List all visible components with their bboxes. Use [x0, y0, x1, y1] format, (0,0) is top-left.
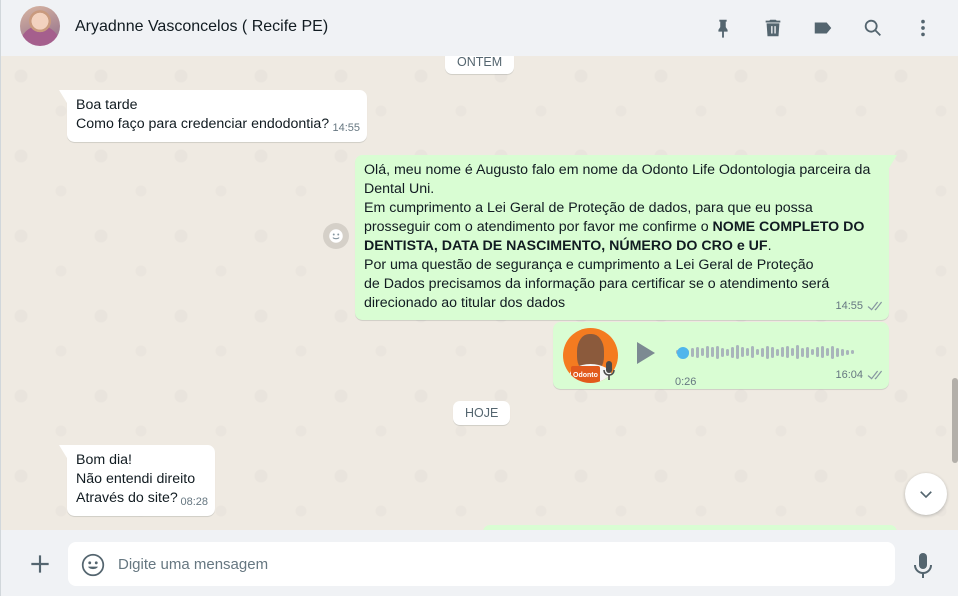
emoji-icon[interactable] [80, 552, 106, 578]
audio-message[interactable]: Odonto 0:26 16:04 [553, 322, 889, 389]
waveform-bar [836, 347, 839, 357]
waveform-bar [806, 346, 809, 358]
date-divider: HOJE [453, 401, 511, 425]
waveform-bar [851, 350, 854, 354]
waveform-bar [731, 346, 734, 358]
chat-header: Aryadnne Vasconcelos ( Recife PE) [0, 0, 958, 56]
chevron-down-icon [920, 491, 932, 499]
message-time: 14:55 [332, 122, 360, 134]
waveform-bar [736, 345, 739, 359]
waveform-bar [716, 345, 719, 359]
waveform-bar [711, 347, 714, 357]
waveform-bar [696, 346, 699, 358]
brand-logo-text: Odonto [571, 366, 600, 383]
menu-icon[interactable] [909, 14, 937, 42]
message-text: Como faço para credenciar endodontia? [76, 116, 330, 132]
waveform-bar [771, 346, 774, 358]
search-icon[interactable] [859, 14, 887, 42]
message-text: Em cumprimento a Lei Geral de Proteção d… [364, 200, 865, 254]
waveform-bar [781, 347, 784, 357]
play-icon[interactable] [635, 340, 657, 366]
waveform-bar [791, 348, 794, 356]
message-time: 16:04 [835, 369, 863, 381]
incoming-message[interactable]: Boa tarde Como faço para credenciar endo… [59, 90, 367, 142]
waveform-bar [741, 347, 744, 357]
waveform-bar [766, 345, 769, 359]
contact-name[interactable]: Aryadnne Vasconcelos ( Recife PE) [75, 18, 328, 36]
incoming-message[interactable]: Bom dia! Não entendi direito Através do … [59, 445, 215, 516]
emoji-reaction-icon[interactable] [323, 223, 349, 249]
message-meta: 14:55 [835, 297, 882, 316]
waveform-bar [701, 348, 704, 356]
waveform-bar [796, 345, 799, 359]
message-text: Boa tarde [76, 97, 138, 113]
audio-waveform[interactable] [676, 343, 868, 361]
message-text: Por uma questão de segurança e cumprimen… [364, 257, 830, 311]
compose-bar [0, 530, 958, 596]
waveform-bar [816, 347, 819, 357]
waveform-bar [811, 349, 814, 355]
double-check-icon [866, 370, 882, 381]
message-time: 14:55 [835, 300, 863, 312]
double-check-icon [866, 301, 882, 312]
contact-avatar[interactable] [20, 6, 60, 46]
pin-icon[interactable] [709, 14, 737, 42]
waveform-bar [821, 346, 824, 358]
plus-icon[interactable] [27, 551, 53, 577]
label-icon[interactable] [809, 14, 837, 42]
waveform-bar [776, 348, 779, 356]
message-list[interactable]: ONTEM Boa tarde Como faço para credencia… [0, 56, 958, 530]
waveform-bar [831, 345, 834, 359]
waveform-bar [721, 347, 724, 357]
waveform-bar [756, 349, 759, 355]
microphone-icon [603, 361, 615, 380]
scroll-down-button[interactable] [905, 473, 947, 515]
message-meta: 16:04 [835, 366, 882, 385]
bubble-tail [59, 90, 67, 103]
message-text: Olá, meu nome é Augusto falo em nome da … [364, 162, 871, 197]
outgoing-message[interactable]: Olá, meu nome é Augusto falo em nome da … [355, 155, 897, 320]
audio-duration: 0:26 [675, 376, 697, 388]
waveform-bar [841, 348, 844, 356]
waveform-bar [706, 346, 709, 358]
date-divider: ONTEM [445, 56, 515, 74]
waveform-bar [786, 346, 789, 358]
scrollbar[interactable] [952, 378, 958, 463]
message-text: Bom dia! [76, 452, 132, 468]
message-time: 08:28 [180, 496, 208, 508]
message-input-container [68, 542, 895, 586]
waveform-bar [761, 347, 764, 357]
waveform-bar [751, 346, 754, 358]
message-text: Não entendi direito [76, 471, 196, 487]
microphone-icon[interactable] [911, 552, 935, 580]
waveform-bar [846, 349, 849, 355]
bubble-tail [59, 445, 67, 458]
message-input[interactable] [118, 542, 878, 586]
audio-progress-handle[interactable] [677, 347, 689, 359]
waveform-bar [726, 348, 729, 356]
bubble-tail [889, 155, 897, 168]
trash-icon[interactable] [759, 14, 787, 42]
waveform-bar [691, 347, 694, 357]
waveform-bar [826, 348, 829, 356]
waveform-bar [801, 347, 804, 357]
waveform-bar [746, 348, 749, 356]
